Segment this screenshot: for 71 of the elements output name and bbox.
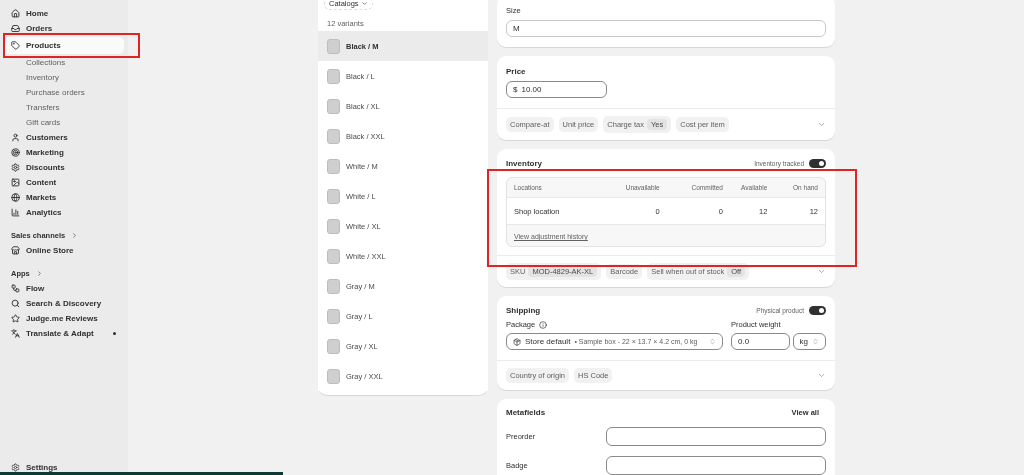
nav-item[interactable]: Collections [5,55,124,70]
nav-item[interactable]: Purchase orders [5,85,124,100]
currency-prefix: $ [513,85,518,94]
tag-icon [11,41,20,50]
chevron-down-icon[interactable] [817,371,826,380]
input-field[interactable] [606,427,826,446]
nav-item[interactable]: Customers [5,130,124,145]
globe-icon [11,193,20,202]
photo-placeholder [327,338,340,354]
home-icon [11,9,20,18]
weight-field[interactable]: 0.0 [731,333,790,350]
nav-item[interactable]: Judge.me Reviews [5,311,124,326]
photo-placeholder [327,278,340,294]
up-down-icon [812,338,819,345]
toggle-switch[interactable] [809,306,826,315]
chevron-down-icon[interactable] [817,120,826,129]
image-icon [11,178,20,187]
section-title: Inventory [506,159,542,168]
info-icon[interactable] [539,320,548,329]
chevron-down-icon[interactable] [817,267,826,276]
photo-placeholder [327,248,340,264]
nav-item[interactable]: Marketing [5,145,124,160]
box-icon [513,337,521,346]
nav-item[interactable]: Inventory [5,70,124,85]
up-down-icon [709,338,716,345]
photo-placeholder [327,68,340,84]
nav-item[interactable]: Discounts [5,160,124,175]
star-icon [11,314,20,323]
nav-item[interactable]: Translate & Adapt [5,326,124,341]
photo-placeholder [327,188,340,204]
price-field[interactable]: $ 10.00 [506,81,607,98]
photo-placeholder [327,308,340,324]
gear-icon [11,163,20,172]
price-value: 10.00 [521,85,542,94]
photo-placeholder [327,128,340,144]
nav-item[interactable]: Analytics [5,205,124,220]
chevron-right-icon [71,232,79,239]
photo-placeholder [327,98,340,114]
nav-item[interactable]: Gift cards [5,115,124,130]
toggle-switch[interactable] [809,159,826,168]
nav-item[interactable]: Search & Discovery [5,296,124,311]
nav-item[interactable]: Transfers [5,100,124,115]
nav-item[interactable]: Content [5,175,124,190]
nav-item[interactable]: Settings [5,460,124,475]
photo-placeholder [327,368,340,384]
nav-item[interactable]: Orders [5,21,124,36]
nav-item[interactable]: Markets [5,190,124,205]
target-icon [11,148,20,157]
flow-icon [11,284,20,293]
section-title: Price [506,67,527,76]
section-title: Shipping [506,306,541,315]
section-title: Metafields [506,408,546,417]
nav-item[interactable]: Products [5,37,124,54]
photo-placeholder [327,218,340,234]
storefront-icon [11,246,20,255]
search-icon [11,299,20,308]
size-field[interactable]: M [506,20,826,37]
bar-chart-icon [11,208,20,217]
translate-icon [11,329,20,338]
input-field[interactable] [606,456,826,475]
nav-item[interactable]: Online Store [5,243,124,258]
nav-item[interactable]: Home [5,6,124,21]
person-icon [11,133,20,142]
chevron-right-icon [35,270,43,277]
nav-item[interactable]: Flow [5,281,124,296]
inbox-icon [11,24,20,33]
photo-placeholder [327,158,340,174]
unit-select[interactable]: kg [792,333,826,350]
chevron-down-icon [360,0,368,7]
photo-placeholder [327,38,340,54]
gear-icon [11,463,20,472]
